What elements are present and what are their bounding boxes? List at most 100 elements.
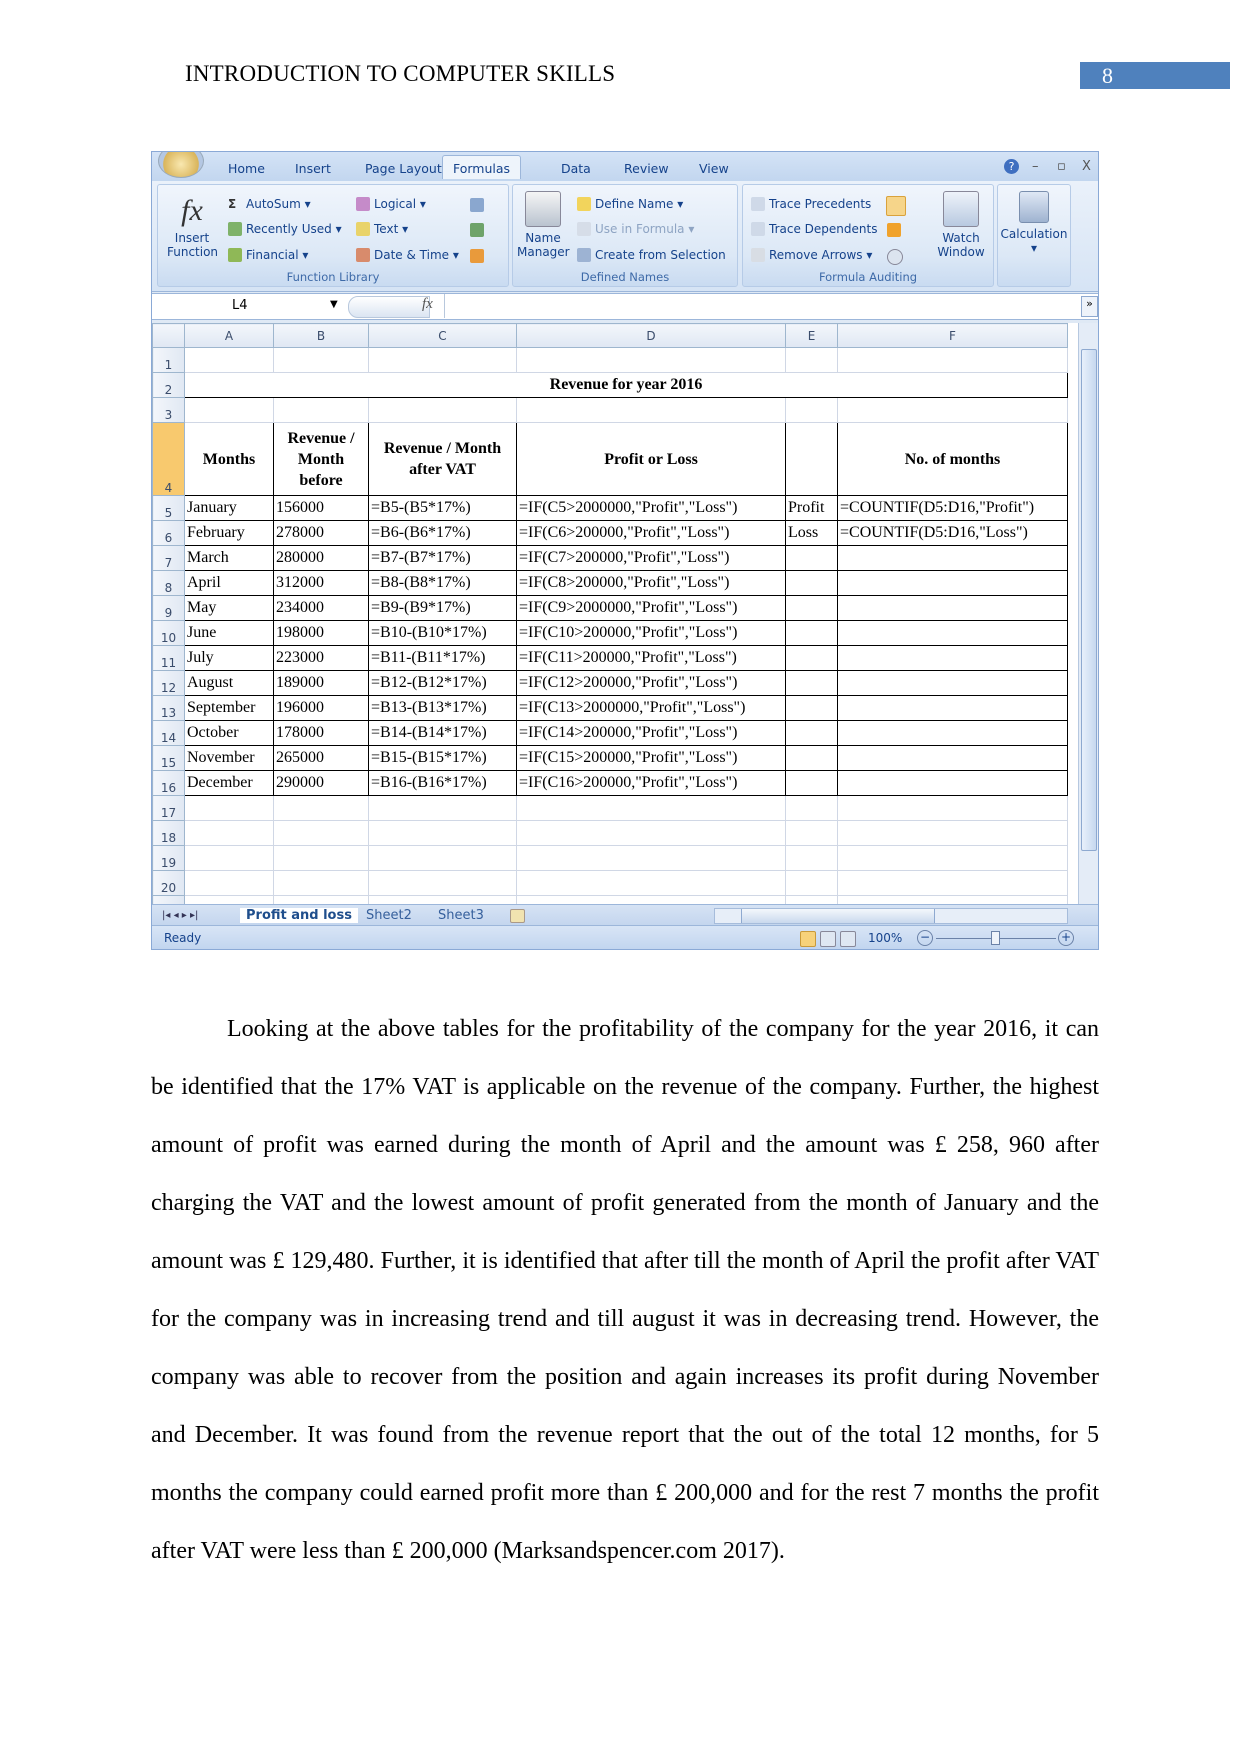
cell[interactable]: 290000 (273, 770, 369, 796)
cell[interactable] (837, 770, 1068, 796)
show-formulas-icon[interactable] (886, 196, 906, 216)
cell[interactable] (785, 620, 838, 646)
cell[interactable] (837, 820, 1068, 846)
cell[interactable]: May (184, 595, 274, 621)
cell[interactable] (516, 870, 786, 896)
worksheet-grid[interactable]: ABCDEF 1 2 Revenue for year 2016 3 4 Months Re… (152, 323, 1078, 904)
cell[interactable] (273, 820, 369, 846)
column-header-f[interactable]: F (837, 323, 1068, 348)
cell[interactable] (837, 670, 1068, 696)
column-header-e[interactable]: E (785, 323, 838, 348)
vertical-scrollbar[interactable] (1078, 323, 1098, 904)
formula-input[interactable] (444, 294, 1079, 318)
cell[interactable]: =B11-(B11*17%) (368, 645, 517, 671)
cell[interactable] (785, 745, 838, 771)
cell[interactable]: 280000 (273, 545, 369, 571)
cell[interactable]: 234000 (273, 595, 369, 621)
cell[interactable] (837, 720, 1068, 746)
formula-bar-splitter[interactable] (348, 296, 430, 318)
cell[interactable]: 178000 (273, 720, 369, 746)
cell[interactable] (837, 845, 1068, 871)
cell[interactable]: =B8-(B8*17%) (368, 570, 517, 596)
cell[interactable] (837, 795, 1068, 821)
cell[interactable] (785, 895, 838, 904)
cell[interactable] (273, 347, 369, 373)
cell[interactable]: =IF(C12>200000,"Profit","Loss") (516, 670, 786, 696)
sheet-tab-sheet3[interactable]: Sheet3 (438, 908, 484, 923)
row-header[interactable]: 13 (152, 695, 185, 721)
column-header-a[interactable]: A (184, 323, 274, 348)
error-checking-icon[interactable] (887, 223, 901, 237)
zoom-slider-thumb[interactable] (991, 931, 1000, 945)
tab-view[interactable]: View (699, 161, 729, 176)
cell[interactable] (368, 870, 517, 896)
cell[interactable] (184, 397, 274, 423)
row-header[interactable]: 21 (152, 895, 185, 904)
zoom-in-icon[interactable]: + (1058, 930, 1074, 946)
cell[interactable]: March (184, 545, 274, 571)
cell[interactable] (273, 795, 369, 821)
cell[interactable] (184, 820, 274, 846)
row-header[interactable]: 8 (152, 570, 185, 596)
cell[interactable]: January (184, 495, 274, 521)
cell[interactable]: 265000 (273, 745, 369, 771)
cell[interactable] (785, 770, 838, 796)
cell[interactable] (785, 347, 838, 373)
evaluate-formula-icon[interactable] (887, 249, 903, 265)
cell[interactable]: February (184, 520, 274, 546)
watch-window-button[interactable]: Watch Window (933, 191, 989, 259)
cell[interactable]: =B9-(B9*17%) (368, 595, 517, 621)
tab-formulas[interactable]: Formulas (442, 155, 522, 179)
cell[interactable]: June (184, 620, 274, 646)
cell[interactable]: =B14-(B14*17%) (368, 720, 517, 746)
cell[interactable]: =IF(C6>200000,"Profit","Loss") (516, 520, 786, 546)
zoom-out-icon[interactable]: − (917, 930, 933, 946)
cell[interactable] (273, 845, 369, 871)
name-box[interactable]: L4 ▼ (158, 297, 338, 315)
column-heading[interactable]: Revenue / Month after VAT (368, 422, 517, 496)
cell[interactable] (837, 645, 1068, 671)
financial-button[interactable]: Financial ▾ (228, 248, 308, 262)
cell[interactable] (273, 895, 369, 904)
cell[interactable]: =IF(C13>2000000,"Profit","Loss") (516, 695, 786, 721)
vertical-scroll-thumb[interactable] (1081, 349, 1097, 851)
cell[interactable] (785, 845, 838, 871)
cell[interactable] (184, 347, 274, 373)
cell[interactable] (273, 870, 369, 896)
cell[interactable] (184, 795, 274, 821)
cell[interactable] (368, 795, 517, 821)
row-header[interactable]: 7 (152, 545, 185, 571)
cell[interactable] (516, 845, 786, 871)
cell[interactable] (785, 870, 838, 896)
row-header[interactable]: 6 (152, 520, 185, 546)
tab-review[interactable]: Review (624, 161, 669, 176)
cell[interactable] (785, 570, 838, 596)
select-all-corner[interactable] (152, 323, 185, 348)
cell[interactable] (785, 670, 838, 696)
page-layout-view-icon[interactable] (820, 931, 836, 947)
cell[interactable] (368, 895, 517, 904)
tab-insert[interactable]: Insert (295, 161, 331, 176)
cell[interactable] (837, 870, 1068, 896)
cell[interactable]: August (184, 670, 274, 696)
cell[interactable] (785, 795, 838, 821)
date-time-button[interactable]: Date & Time ▾ (356, 248, 459, 262)
cell[interactable] (184, 870, 274, 896)
row-header[interactable]: 20 (152, 870, 185, 896)
cell[interactable] (368, 397, 517, 423)
column-header-b[interactable]: B (273, 323, 369, 348)
cell[interactable]: Loss (785, 520, 838, 546)
row-header[interactable]: 18 (152, 820, 185, 846)
cell[interactable] (368, 820, 517, 846)
cell[interactable]: 196000 (273, 695, 369, 721)
cell[interactable]: =B16-(B16*17%) (368, 770, 517, 796)
cell[interactable]: =IF(C16>200000,"Profit","Loss") (516, 770, 786, 796)
row-header[interactable]: 3 (152, 397, 185, 423)
cell[interactable]: =B7-(B7*17%) (368, 545, 517, 571)
cell[interactable] (273, 397, 369, 423)
insert-function-button[interactable]: fx Insert Function (164, 191, 220, 259)
tab-page-layout[interactable]: Page Layout (365, 161, 442, 176)
help-icon[interactable]: ? (1004, 159, 1019, 174)
cell[interactable] (785, 695, 838, 721)
name-manager-button[interactable]: Name Manager (515, 191, 571, 259)
